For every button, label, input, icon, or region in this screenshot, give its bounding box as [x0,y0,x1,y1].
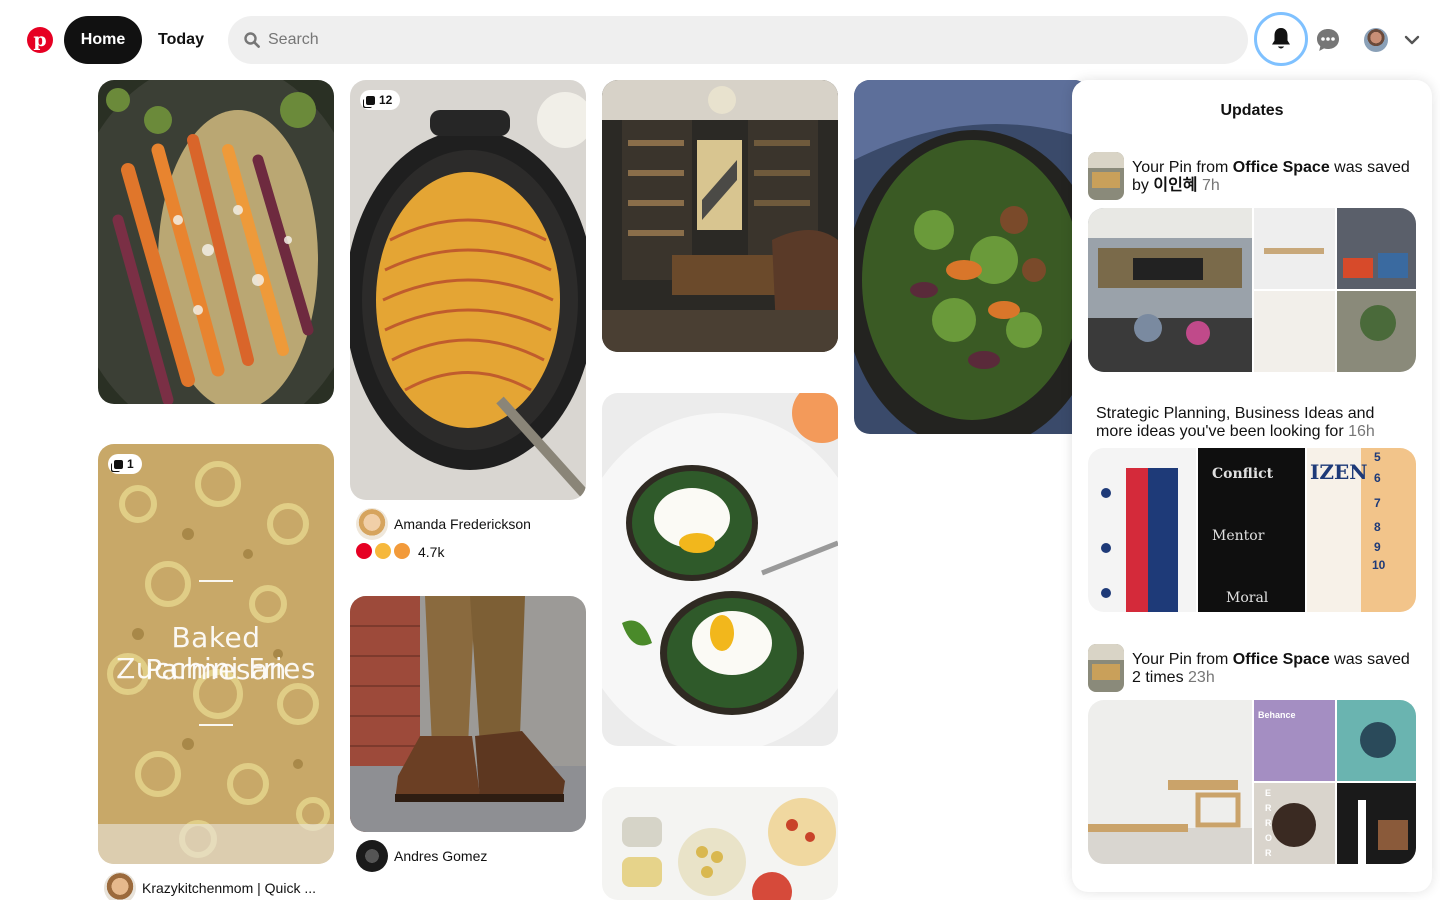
collage-tile-number: 9 [1374,540,1381,554]
updates-title: Updates [1220,102,1284,119]
stack-icon [366,96,375,105]
collage-tile-letter: O [1265,833,1273,843]
pin-image [350,80,586,500]
badge-count: 1 [127,457,134,471]
board-thumbnail[interactable] [1088,152,1124,200]
bell-icon [1272,28,1290,49]
chat-bubble-icon [1317,29,1339,51]
pin-roasted-salad[interactable] [854,80,1090,434]
collage-tile-heading: Conflict [1212,466,1274,482]
pin-zucchini-fries[interactable]: 1 Baked Parmesan Zucchini Fries [98,444,334,864]
search-bar[interactable] [228,16,1248,64]
pin-image [602,393,838,746]
badge-count: 12 [379,93,393,107]
collage-tile-letter: R [1265,803,1272,813]
pinterest-logo[interactable]: p [27,27,53,53]
updates-panel: Updates Your Pin from Office Space was s… [1072,80,1432,892]
author-name[interactable]: Amanda Frederickson [394,516,531,532]
pin-image [602,80,838,352]
update-text-pre: Your Pin from [1132,651,1233,668]
collage-tile-label: Behance [1258,710,1296,720]
update-time: 16h [1348,423,1375,440]
collage-tile-letter: E [1265,788,1272,798]
author-avatar[interactable] [104,872,136,900]
notifications-button[interactable] [1254,12,1308,66]
reaction-count: 4.7k [418,544,445,560]
pin-home-office[interactable] [602,80,838,352]
collage-tile-letter: R [1265,818,1272,828]
collage-image [1088,208,1416,372]
pin-image [854,80,1090,434]
pin-overlay-title-line2: Zucchini Fries [116,652,316,685]
wow-reaction-icon [394,543,410,559]
pin-attribution[interactable]: Amanda Frederickson [350,508,586,540]
pin-attribution[interactable]: Krazykitchenmom | Quick ... [98,872,334,900]
author-avatar[interactable] [356,508,388,540]
board-name: Office Space [1232,159,1330,176]
pin-poached-eggs[interactable] [602,393,838,746]
collage-image [1088,700,1416,864]
board-thumbnail[interactable] [1088,644,1124,692]
search-input[interactable] [268,16,1228,64]
search-icon [244,32,260,48]
pin-image [98,80,334,404]
update-collage[interactable]: Conflict Mentor Moral IZEN 5 6 7 8 9 10 [1088,448,1416,612]
update-time: 7h [1201,177,1220,194]
pin-leather-boots[interactable] [350,596,586,832]
author-name[interactable]: Andres Gomez [394,848,487,864]
pin-image [350,596,586,832]
stack-icon [114,460,123,469]
update-collage[interactable]: Behance E R R O R [1088,700,1416,864]
chevron-down-icon[interactable] [1402,30,1422,50]
update-text: Strategic Planning, Business Ideas and m… [1096,405,1375,440]
divider [199,580,233,582]
update-text-pre: Your Pin from [1132,159,1233,176]
heart-reaction-icon [356,543,372,559]
author-name[interactable]: Krazykitchenmom | Quick ... [142,880,316,896]
author-avatar[interactable] [356,840,388,872]
update-message[interactable]: Strategic Planning, Business Ideas and m… [1096,405,1412,441]
messages-button[interactable] [1310,22,1346,58]
reactions-row[interactable]: 4.7k [356,543,496,561]
top-navigation-bar: p Home Today [0,0,1440,80]
board-name: Office Space [1232,651,1330,668]
nav-home-button[interactable]: Home [64,16,142,64]
collage-tile-footer: Moral [1226,590,1269,606]
update-message[interactable]: Your Pin from Office Space was saved by … [1132,159,1412,195]
collage-tile-number: 7 [1374,496,1381,510]
collage-tile-number: 10 [1372,558,1386,572]
heart-eyes-reaction-icon [375,543,391,559]
board-count-badge: 1 [108,454,142,474]
nav-today-button[interactable]: Today [146,16,216,64]
logo-letter: p [33,29,47,51]
collage-tile-number: 5 [1374,450,1381,464]
collage-tile-number: 8 [1374,520,1381,534]
pin-image [602,787,838,900]
collage-tile-heading: IZEN [1310,460,1368,484]
pin-roasted-carrots[interactable] [98,80,334,404]
board-count-badge: 12 [360,90,401,110]
update-time: 23h [1188,669,1215,686]
update-collage[interactable] [1088,208,1416,372]
update-message[interactable]: Your Pin from Office Space was saved 2 t… [1132,651,1412,687]
divider [199,724,233,726]
pin-hasselback-potatoes[interactable]: 12 [350,80,586,500]
pin-attribution[interactable]: Andres Gomez [350,840,586,872]
pin-meal-prep[interactable] [602,787,838,900]
collage-tile-letter: R [1265,848,1272,858]
saver-name: 이인혜 [1153,177,1198,194]
collage-tile-number: 6 [1374,471,1381,485]
collage-tile-subheading: Mentor [1212,528,1265,544]
profile-avatar[interactable] [1364,28,1388,52]
